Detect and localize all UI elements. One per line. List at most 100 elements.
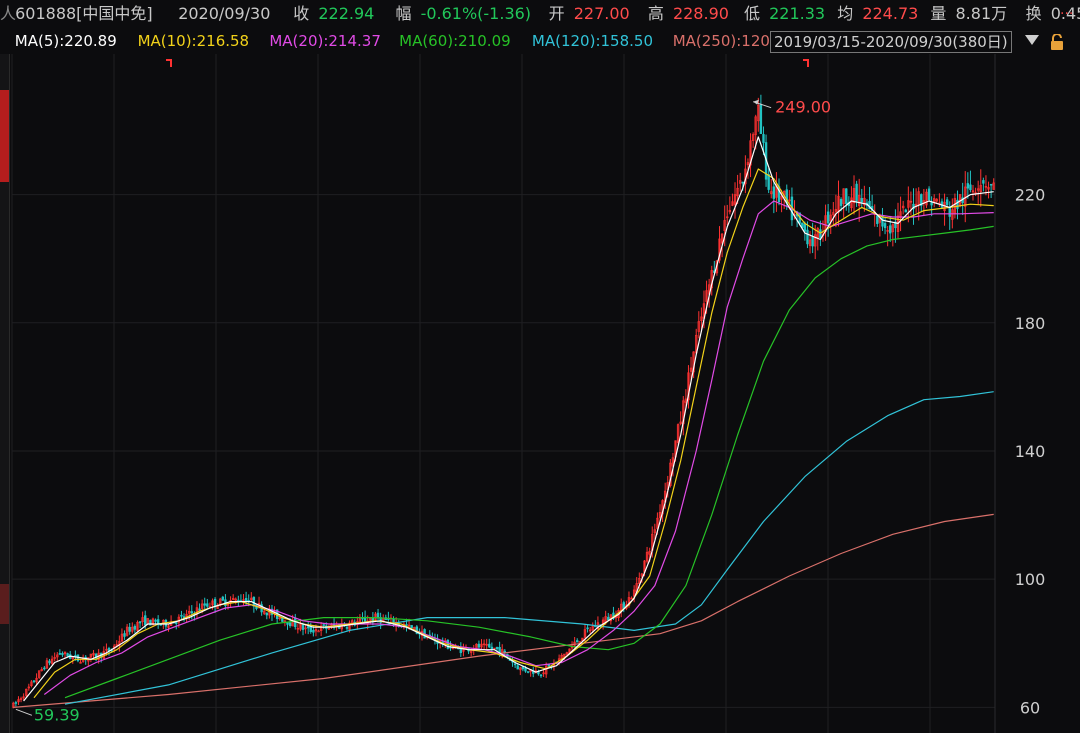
candle-body <box>405 624 408 626</box>
candle-body <box>14 702 18 704</box>
candle-body <box>265 612 269 616</box>
avg-label: 均 <box>837 4 854 23</box>
candle-body <box>759 104 763 134</box>
candle-body <box>586 627 589 630</box>
candle-body <box>317 630 320 633</box>
candle-body <box>524 667 527 672</box>
candle-body <box>43 667 46 670</box>
ma120-legend: MA(120):158.50 <box>531 32 653 50</box>
candle-body <box>488 643 491 648</box>
candle-body <box>883 223 887 229</box>
y-tick-label: 180 <box>1015 314 1046 333</box>
event-marker-icon <box>803 59 809 67</box>
low-label: 低 <box>744 4 761 23</box>
unlock-icon[interactable] <box>1050 34 1064 50</box>
candle-body <box>175 622 178 624</box>
left-cut-label: 人 <box>0 4 17 23</box>
candle-body <box>203 603 206 606</box>
ma60-legend: MA(60):210.09 <box>399 32 511 50</box>
candle-body <box>123 633 126 637</box>
min-pointer <box>15 708 33 716</box>
quote-info-bar: 人 601888[中国中免] 2020/09/30 收 222.94 幅 -0.… <box>0 0 1080 28</box>
ma250-line <box>13 513 994 708</box>
min-price-label: 59.39 <box>34 705 80 724</box>
candle-body <box>156 619 160 625</box>
max-price-label: 249.00 <box>775 98 831 117</box>
open-label: 开 <box>548 4 565 23</box>
candle-body <box>889 225 892 234</box>
candle-body <box>803 223 807 232</box>
candle-body <box>927 188 931 201</box>
candle-body <box>495 646 499 650</box>
candle-body <box>948 207 951 217</box>
candle-body <box>966 183 970 189</box>
candle-body <box>322 624 325 626</box>
left-tab-active[interactable] <box>0 90 9 182</box>
open-value: 227.00 <box>573 4 630 23</box>
candle-body <box>198 608 201 611</box>
candle-body <box>66 653 69 657</box>
high-value: 228.90 <box>672 4 729 23</box>
candle-body <box>288 622 292 626</box>
candle-body <box>767 174 770 190</box>
y-tick-label: 220 <box>1015 186 1046 205</box>
candle-body <box>982 180 985 184</box>
candle-body <box>806 229 809 245</box>
candle-body <box>345 627 349 629</box>
turnover-label: 换 <box>1025 4 1042 23</box>
left-tab[interactable] <box>0 584 9 624</box>
candle-body <box>826 211 830 224</box>
candle-body <box>206 603 209 607</box>
candle-body <box>190 611 193 614</box>
ma20-legend: MA(20):214.37 <box>269 32 381 50</box>
candle-body <box>490 646 494 650</box>
ma5-legend: MA(5):220.89 <box>14 32 117 50</box>
candle-body <box>860 198 863 203</box>
left-toolbar-strip <box>0 54 10 733</box>
candle-body <box>513 663 517 666</box>
candle-body <box>762 134 765 143</box>
volume-label: 量 <box>930 4 947 23</box>
candle-body <box>989 183 993 186</box>
y-tick-label: 60 <box>1020 698 1040 717</box>
candle-body <box>845 188 848 204</box>
candle-body <box>945 199 949 205</box>
stock-code-name[interactable]: 601888[中国中免] <box>15 0 173 28</box>
candle-body <box>741 181 744 184</box>
candle-body <box>410 625 413 629</box>
candle-body <box>904 209 907 213</box>
candle-body <box>811 236 814 247</box>
candle-body <box>539 674 543 677</box>
low-value: 221.33 <box>769 4 826 23</box>
change-label: 幅 <box>395 4 412 23</box>
candle-body <box>48 660 51 664</box>
close-label: 收 <box>293 4 310 23</box>
ma10-legend: MA(10):216.58 <box>137 32 250 50</box>
candle-body <box>956 199 959 209</box>
candle-body <box>58 653 62 655</box>
candle-body <box>309 626 312 633</box>
change-value: -0.61%(-1.36) <box>420 4 532 23</box>
candle-body <box>128 626 131 632</box>
volume-value: 8.81万 <box>955 4 1008 23</box>
high-label: 高 <box>647 4 664 23</box>
chart[interactable]: 60 100 140 180 220 249.00 59.39 <box>0 0 1080 733</box>
date-range-selector[interactable]: 2019/03/15-2020/09/30(380日) <box>770 31 1012 53</box>
candle-body <box>876 215 879 224</box>
candle-body <box>154 619 157 622</box>
candle-body <box>547 664 550 667</box>
quote-date: 2020/09/30 <box>178 4 271 23</box>
y-tick-label: 140 <box>1015 442 1046 461</box>
candle-body <box>516 665 519 670</box>
candle-body <box>221 596 225 601</box>
candle-body <box>213 598 217 607</box>
candle-body <box>144 615 147 626</box>
candle-body <box>855 183 858 202</box>
candle-body <box>477 643 481 648</box>
y-tick-label: 100 <box>1015 570 1046 589</box>
candle-body <box>839 199 843 206</box>
candle-body <box>312 629 315 633</box>
dropdown-icon[interactable] <box>1025 35 1039 45</box>
more-icon[interactable]: ... <box>1060 2 1073 18</box>
close-value: 222.94 <box>318 4 375 23</box>
